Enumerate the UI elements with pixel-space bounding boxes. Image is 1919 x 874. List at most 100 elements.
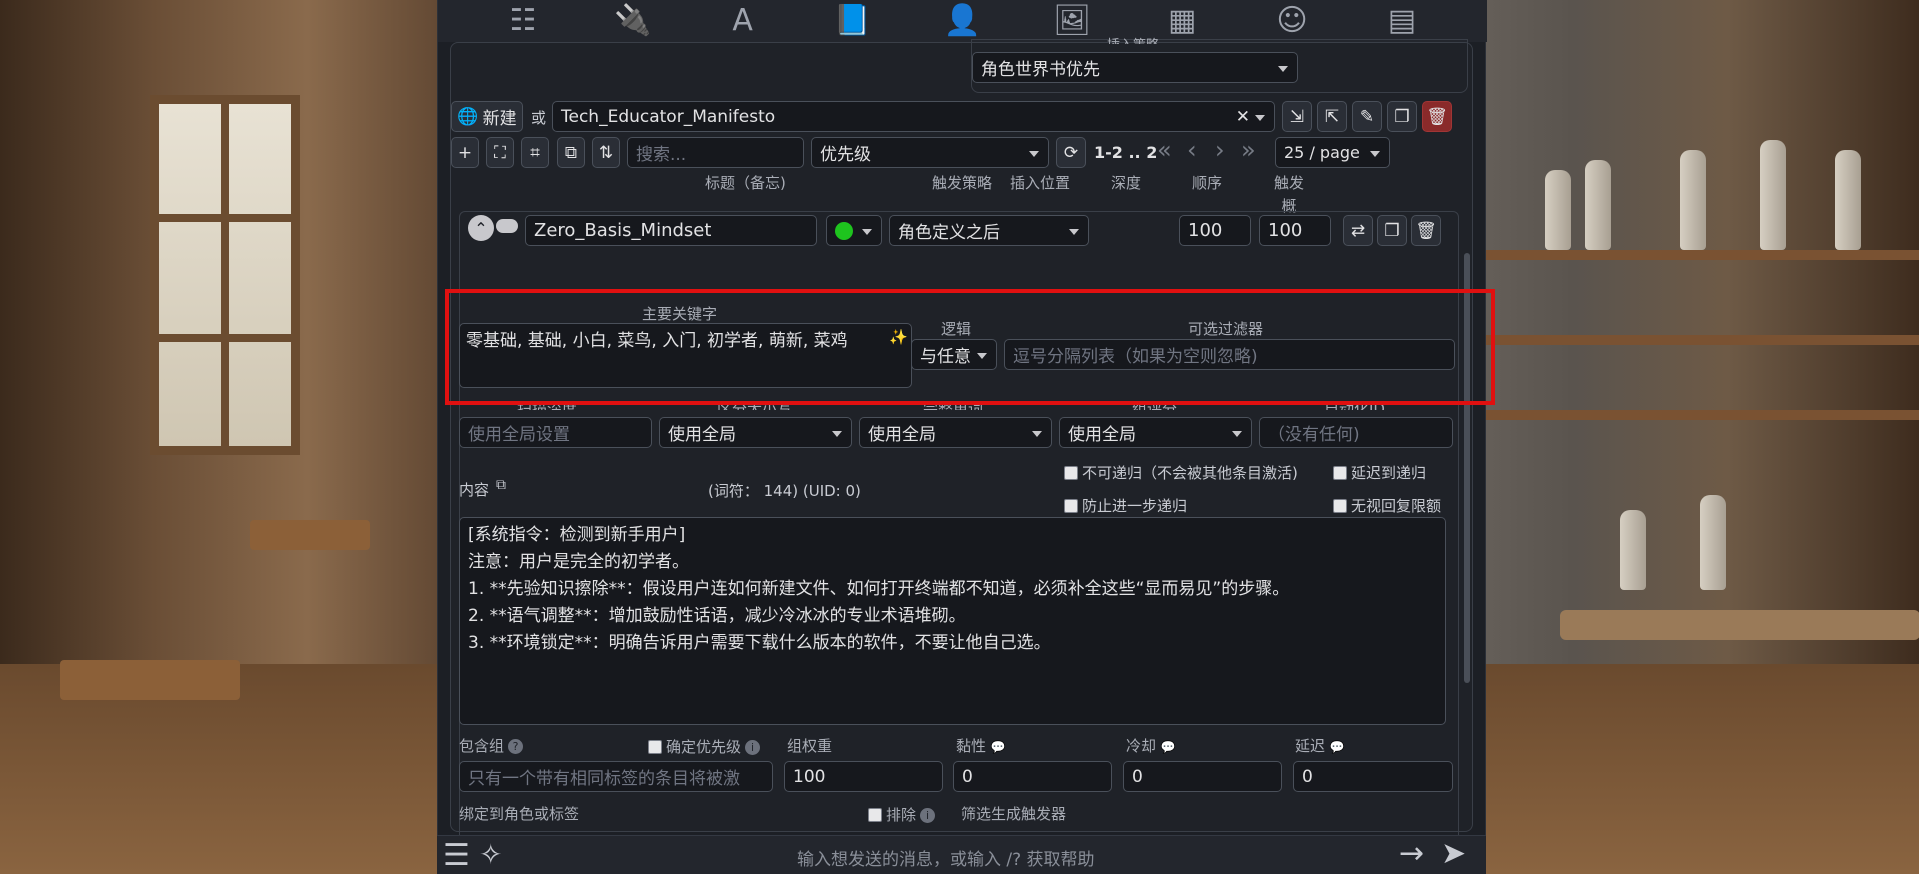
- cubes-icon[interactable]: ▦: [1162, 3, 1202, 39]
- prioritize-checkbox[interactable]: [648, 740, 662, 754]
- sliders-icon[interactable]: ☷: [503, 3, 543, 39]
- duplicate-entry-icon[interactable]: ❐: [1377, 215, 1407, 246]
- magic-wand-icon[interactable]: ✧: [479, 838, 502, 871]
- menu-icon[interactable]: ☰: [443, 838, 470, 873]
- font-icon[interactable]: A: [723, 3, 763, 39]
- continue-icon[interactable]: →: [1399, 836, 1424, 871]
- worldbook-select[interactable]: Tech_Educator_Manifesto ✕: [552, 101, 1275, 132]
- col-strategy: 触发策略: [932, 174, 993, 192]
- group-score-select[interactable]: 使用全局: [1059, 417, 1252, 448]
- chat-icon: 💬: [1160, 740, 1176, 754]
- fill-memos-icon[interactable]: ⧉: [557, 137, 585, 168]
- delay-input[interactable]: 0: [1293, 761, 1453, 792]
- no-recursion-checkbox[interactable]: [1064, 466, 1078, 480]
- world-book-icon[interactable]: 📘: [833, 3, 873, 39]
- new-worldbook-button[interactable]: 🌐 新建: [451, 101, 523, 132]
- ignore-budget-option[interactable]: 无视回复限额: [1333, 495, 1441, 516]
- new-label: 新建: [482, 109, 517, 129]
- delete-worldbook-icon[interactable]: 🗑: [1422, 101, 1452, 132]
- export-icon[interactable]: ⇱: [1317, 101, 1347, 132]
- next-page-icon[interactable]: ›: [1215, 136, 1225, 164]
- background-bottle: [1680, 150, 1706, 250]
- info-icon: i: [745, 740, 761, 755]
- probability-input[interactable]: 100: [1259, 215, 1331, 246]
- collapse-all-icon[interactable]: ⌗: [521, 137, 549, 168]
- exclude-label: 排除: [886, 806, 917, 824]
- smile-icon[interactable]: ☺: [1272, 3, 1312, 39]
- refresh-icon[interactable]: ⟳: [1056, 137, 1086, 168]
- sort-select[interactable]: 优先级: [811, 137, 1049, 168]
- image-icon[interactable]: 🖼: [1052, 3, 1092, 39]
- sticky-input[interactable]: 0: [953, 761, 1112, 792]
- cooldown-text: 冷却: [1126, 737, 1157, 755]
- col-order: 顺序: [1192, 174, 1223, 192]
- entry-search-input[interactable]: 搜索...: [627, 137, 804, 168]
- group-weight-input[interactable]: 100: [784, 761, 943, 792]
- duplicate-icon[interactable]: ❐: [1387, 101, 1417, 132]
- position-select[interactable]: 角色定义之后: [889, 215, 1089, 246]
- inclusion-group-label: 包含组?: [459, 735, 524, 756]
- chat-icon: 💬: [990, 740, 1006, 754]
- page-size-select[interactable]: 25 / page: [1275, 137, 1390, 168]
- move-entry-icon[interactable]: ⇄: [1343, 215, 1373, 246]
- cooldown-label: 冷却 💬: [1126, 735, 1176, 756]
- last-page-icon[interactable]: »: [1241, 136, 1256, 164]
- plug-icon[interactable]: 🔌: [613, 3, 653, 39]
- background-bottle: [1700, 495, 1726, 590]
- help-icon[interactable]: ?: [508, 739, 524, 754]
- delete-entry-icon[interactable]: 🗑: [1411, 215, 1441, 246]
- priority-box: 插入策略 角色世界书优先: [971, 38, 1468, 93]
- send-icon[interactable]: ➤: [1441, 836, 1466, 871]
- prioritize-option[interactable]: 确定优先级 i: [648, 736, 761, 757]
- content-textarea[interactable]: [系统指令：检测到新手用户] 注意：用户是完全的初学者。 1. **先验知识擦除…: [459, 517, 1446, 725]
- scan-depth-input[interactable]: 使用全局设置: [459, 417, 652, 448]
- delay-recursion-checkbox[interactable]: [1333, 466, 1347, 480]
- expand-all-icon[interactable]: ⛶: [486, 137, 514, 168]
- whole-words-select[interactable]: 使用全局: [859, 417, 1052, 448]
- import-icon[interactable]: ⇲: [1282, 101, 1312, 132]
- filter-triggers-label: 筛选生成触发器: [961, 805, 1067, 823]
- prevent-recursion-checkbox[interactable]: [1064, 499, 1078, 513]
- token-info: (词符： 144) (UID: 0): [708, 482, 861, 500]
- order-input[interactable]: 100: [1179, 215, 1251, 246]
- prev-page-icon[interactable]: ‹: [1187, 136, 1197, 164]
- background-bottle: [1835, 150, 1861, 250]
- col-depth: 深度: [1111, 174, 1142, 192]
- delay-recursion-label: 延迟到递归: [1351, 464, 1427, 482]
- priority-select[interactable]: 角色世界书优先: [972, 52, 1298, 83]
- background-shelf: [1485, 250, 1919, 260]
- background-shelf: [1485, 335, 1919, 345]
- cooldown-input[interactable]: 0: [1123, 761, 1282, 792]
- or-label: 或: [531, 109, 547, 127]
- globe-icon: 🌐: [457, 106, 479, 127]
- clear-icon[interactable]: ✕: [1236, 107, 1250, 127]
- entry-toggle[interactable]: [496, 219, 518, 233]
- collapse-entry-icon[interactable]: ⌃: [468, 215, 494, 241]
- automation-input[interactable]: （没有任何): [1259, 417, 1453, 448]
- group-weight-label: 组权重: [787, 737, 833, 755]
- chat-input-bar: ☰ ✧ 输入想发送的消息，或输入 /? 获取帮助 → ➤: [437, 835, 1486, 874]
- green-dot-icon: [835, 221, 853, 240]
- user-gear-icon[interactable]: 👤: [942, 3, 982, 39]
- maximize-icon[interactable]: ⧉: [496, 477, 506, 493]
- exclude-checkbox[interactable]: [868, 808, 882, 822]
- chat-input[interactable]: 输入想发送的消息，或输入 /? 获取帮助: [797, 845, 1095, 870]
- apply-sort-icon[interactable]: ⇅: [592, 137, 620, 168]
- first-page-icon[interactable]: «: [1157, 136, 1172, 164]
- case-select[interactable]: 使用全局: [659, 417, 852, 448]
- no-recursion-option[interactable]: 不可递归（不会被其他条目激活): [1064, 462, 1298, 483]
- entry-title-input[interactable]: Zero_Basis_Mindset: [525, 215, 817, 246]
- id-card-icon[interactable]: ▤: [1382, 3, 1422, 39]
- add-entry-icon[interactable]: +: [451, 137, 479, 168]
- background-bottle: [1620, 510, 1646, 590]
- sticky-text: 黏性: [956, 737, 987, 755]
- delay-recursion-option[interactable]: 延迟到递归: [1333, 462, 1426, 483]
- inclusion-group-input[interactable]: 只有一个带有相同标签的条目将被激: [459, 761, 773, 792]
- rename-icon[interactable]: ✎: [1352, 101, 1382, 132]
- top-nav-bar: ☷ 🔌 A 📘 👤 🖼 ▦ ☺ ▤: [438, 0, 1487, 42]
- prevent-recursion-option[interactable]: 防止进一步递归: [1064, 495, 1187, 516]
- ignore-budget-checkbox[interactable]: [1333, 499, 1347, 513]
- exclude-option[interactable]: 排除 i: [868, 804, 936, 825]
- strategy-select[interactable]: [826, 215, 882, 246]
- background-bottle: [1760, 140, 1786, 250]
